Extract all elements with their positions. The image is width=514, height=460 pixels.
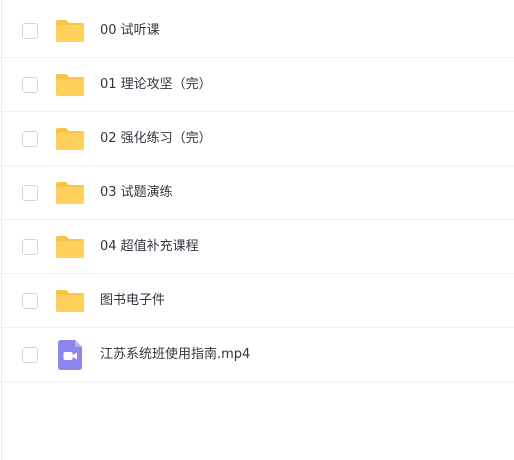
row-checkbox[interactable] xyxy=(22,184,38,201)
row-checkbox[interactable] xyxy=(22,76,38,93)
folder-icon xyxy=(56,19,84,42)
file-name[interactable]: 03 试题演练 xyxy=(100,166,173,220)
file-name[interactable]: 02 强化练习（完） xyxy=(100,112,212,166)
folder-icon xyxy=(56,235,84,258)
row-checkbox[interactable] xyxy=(22,292,38,309)
file-row-04-bonus[interactable]: 04 超值补充课程 xyxy=(2,220,514,274)
folder-icon xyxy=(56,181,84,204)
file-name[interactable]: 图书电子件 xyxy=(100,274,165,328)
file-row-00-trial[interactable]: 00 试听课 xyxy=(2,4,514,58)
file-name[interactable]: 00 试听课 xyxy=(100,4,160,58)
row-checkbox[interactable] xyxy=(22,238,38,255)
file-row-02-practice[interactable]: 02 强化练习（完） xyxy=(2,112,514,166)
video-file-icon xyxy=(58,339,82,370)
folder-icon xyxy=(56,73,84,96)
file-name[interactable]: 01 理论攻坚（完） xyxy=(100,58,212,112)
row-checkbox[interactable] xyxy=(22,22,38,39)
file-list: 00 试听课 01 理论攻坚（完） 02 强化练习（完） 03 试题演练 04 … xyxy=(0,0,514,460)
file-row-ebooks[interactable]: 图书电子件 xyxy=(2,274,514,328)
file-name[interactable]: 江苏系统班使用指南.mp4 xyxy=(100,328,250,382)
file-row-guide-video[interactable]: 江苏系统班使用指南.mp4 xyxy=(2,328,514,382)
file-row-01-theory[interactable]: 01 理论攻坚（完） xyxy=(2,58,514,112)
row-checkbox[interactable] xyxy=(22,346,38,363)
file-name[interactable]: 04 超值补充课程 xyxy=(100,220,199,274)
file-row-03-exercises[interactable]: 03 试题演练 xyxy=(2,166,514,220)
folder-icon xyxy=(56,289,84,312)
row-checkbox[interactable] xyxy=(22,130,38,147)
folder-icon xyxy=(56,127,84,150)
